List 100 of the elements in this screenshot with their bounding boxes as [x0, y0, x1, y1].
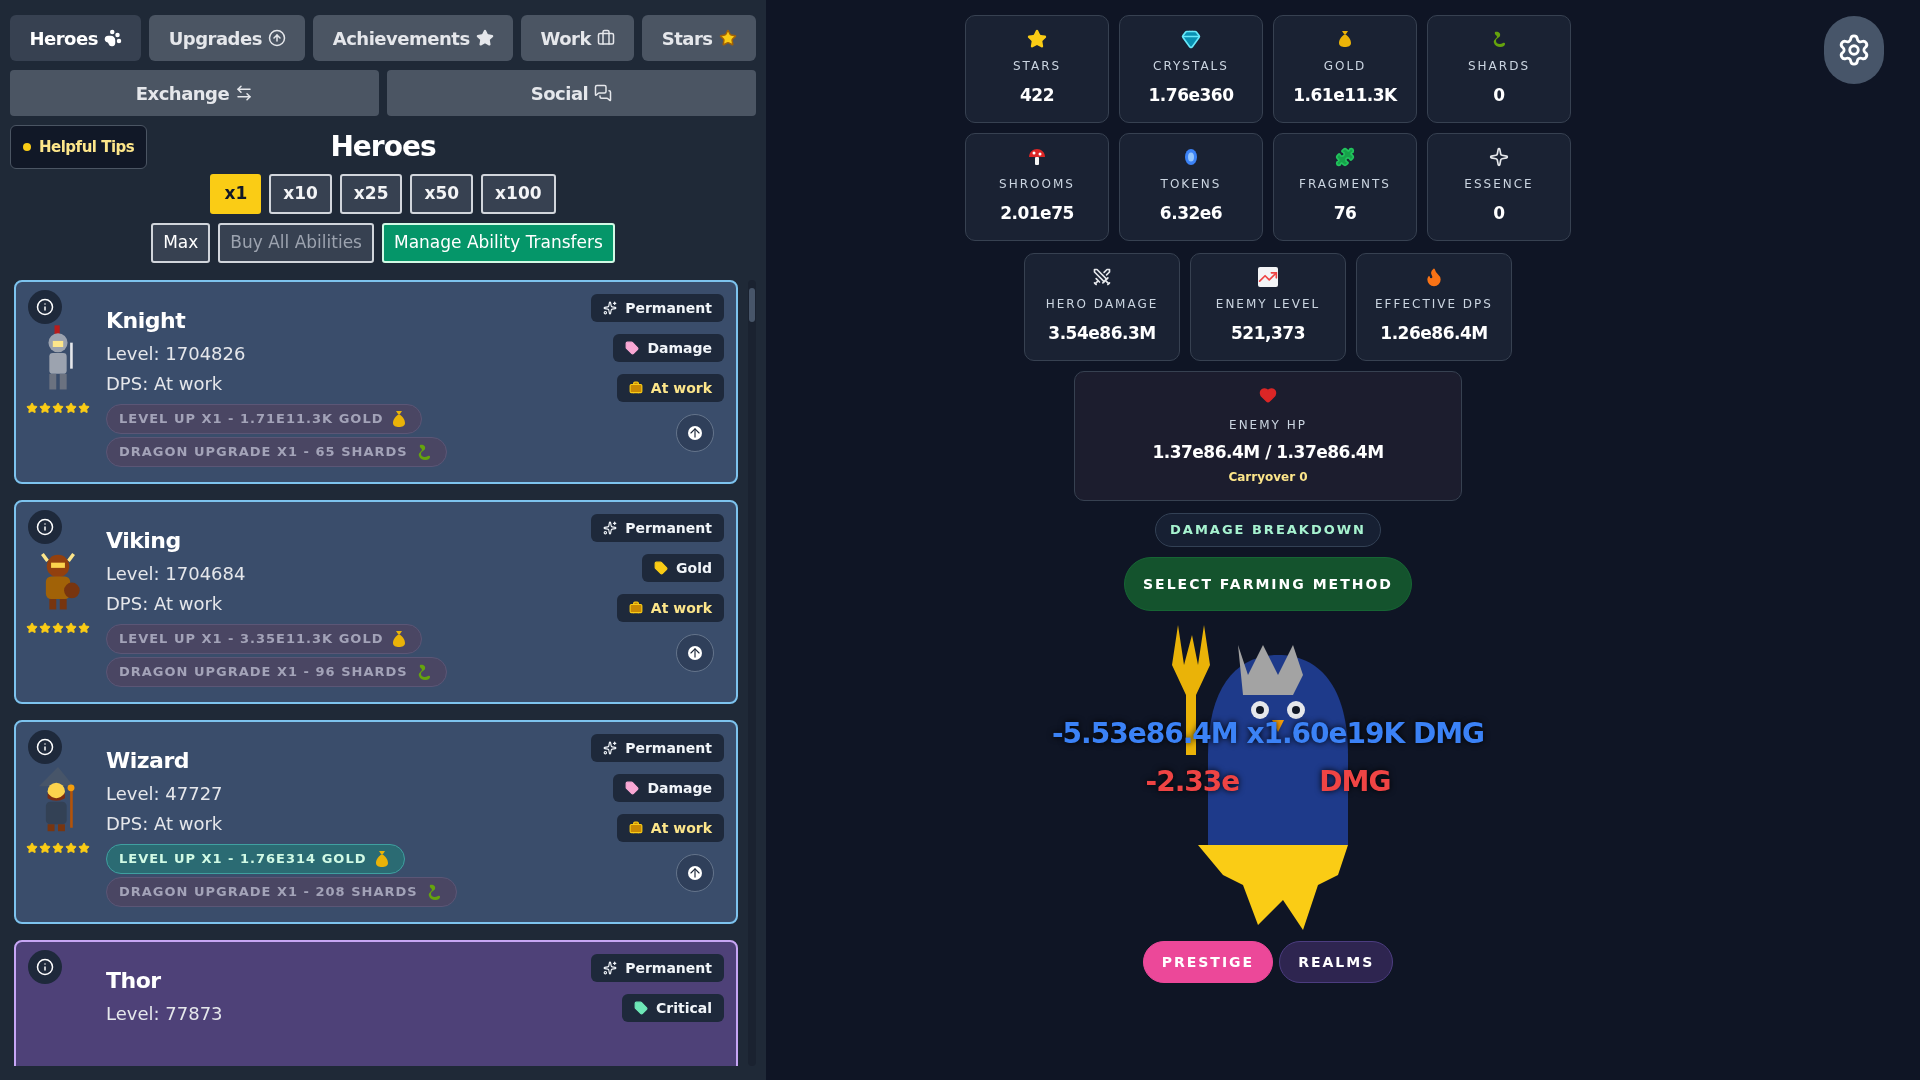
- briefcase-icon: [628, 601, 643, 615]
- stat-value: 76: [1333, 202, 1357, 226]
- helpful-tips-button[interactable]: Helpful Tips: [10, 125, 148, 169]
- stat-label: EFFECTIVE DPS: [1375, 296, 1493, 314]
- stat-value: 0: [1493, 84, 1505, 108]
- nav-tab[interactable]: Work: [521, 15, 635, 61]
- mushroom-icon: [1027, 147, 1047, 168]
- star-icon: [1027, 29, 1047, 50]
- section-title: Heroes: [330, 129, 436, 165]
- star-icon: [475, 29, 494, 47]
- level-up-button[interactable]: LEVEL UP X1 - 1.71E11.3K GOLD: [106, 404, 423, 434]
- arrow-up-circle-icon: [267, 29, 286, 47]
- carryover-text: Carryover 0: [1228, 468, 1308, 486]
- bottom-action-button[interactable]: PRESTIGE: [1142, 941, 1274, 983]
- hero-level: Level: 1704826: [106, 342, 246, 366]
- permanent-badge: Permanent: [591, 294, 724, 322]
- dragon-upgrade-button[interactable]: DRAGON UPGRADE X1 - 96 SHARDS: [106, 657, 447, 687]
- stat-label: HERO DAMAGE: [1045, 296, 1159, 314]
- work-status-badge: At work: [616, 814, 724, 842]
- hero-level: Level: 77873: [106, 1002, 223, 1026]
- floating-damage-text: DMG: [1319, 764, 1391, 800]
- info-icon: [36, 958, 54, 976]
- bottom-action-button[interactable]: REALMS: [1279, 941, 1394, 983]
- stat-label: TOKENS: [1160, 176, 1222, 194]
- upgrade-arrow-button[interactable]: [676, 414, 714, 452]
- work-status-badge: At work: [616, 594, 724, 622]
- info-icon: [36, 738, 54, 756]
- level-up-button[interactable]: LEVEL UP X1 - 1.76E314 GOLD: [106, 844, 406, 874]
- damage-breakdown-button[interactable]: DAMAGE BREAKDOWN: [1155, 513, 1381, 547]
- star-icon: [65, 622, 77, 634]
- info-icon: [36, 518, 54, 536]
- scrollbar-track[interactable]: [748, 280, 756, 1066]
- sparkles-icon: [603, 961, 618, 975]
- stat-label: ENEMY LEVEL: [1215, 296, 1321, 314]
- stat-label: ENEMY HP: [1229, 417, 1307, 435]
- info-button[interactable]: [28, 950, 62, 984]
- hero-name: Viking: [106, 527, 181, 555]
- stat-label: CRYSTALS: [1153, 58, 1229, 76]
- star-icon: [78, 622, 90, 634]
- type-badge: Gold: [642, 554, 724, 582]
- chat-bubbles-icon: [594, 84, 613, 102]
- star-icon: [26, 622, 38, 634]
- paw-icon: [103, 29, 122, 47]
- stat-value: 3.54e86.3M: [1048, 322, 1156, 346]
- hero-dps: DPS: At work: [106, 372, 223, 396]
- nav-tab[interactable]: Stars: [642, 15, 756, 61]
- hero-name: Thor: [106, 967, 161, 995]
- stat-value: 521,373: [1231, 322, 1305, 346]
- action-button[interactable]: Manage Ability Transfers: [382, 223, 615, 263]
- sparkle-icon: [1489, 147, 1509, 168]
- stat-label: ESSENCE: [1464, 176, 1534, 194]
- stat-value: 1.26e86.4M: [1380, 322, 1488, 346]
- hero-name: Knight: [106, 307, 186, 335]
- puzzle-icon: [1335, 147, 1355, 168]
- stat-value: 0: [1493, 202, 1505, 226]
- star-icon: [65, 402, 77, 414]
- info-button[interactable]: [28, 510, 62, 544]
- hero-dps: DPS: At work: [106, 812, 223, 836]
- farming-method-button[interactable]: SELECT FARMING METHOD: [1124, 557, 1412, 611]
- info-button[interactable]: [28, 290, 62, 324]
- hero-level: Level: 47727: [106, 782, 223, 806]
- info-button[interactable]: [28, 730, 62, 764]
- stat-label: SHARDS: [1467, 58, 1530, 76]
- action-button[interactable]: Max: [151, 223, 211, 263]
- multiplier-button[interactable]: x1: [210, 174, 262, 214]
- type-badge: Damage: [613, 774, 724, 802]
- permanent-badge: Permanent: [591, 734, 724, 762]
- multiplier-button[interactable]: x50: [410, 174, 474, 214]
- nav-tab[interactable]: Social: [387, 70, 756, 116]
- briefcase-icon: [628, 381, 643, 395]
- dragon-upgrade-button[interactable]: DRAGON UPGRADE X1 - 208 SHARDS: [106, 877, 457, 907]
- gem-icon: [1181, 29, 1201, 50]
- star-icon: [52, 622, 64, 634]
- nav-tab[interactable]: Achievements: [313, 15, 514, 61]
- star-icon: [718, 29, 737, 47]
- upgrade-arrow-button[interactable]: [676, 634, 714, 672]
- multiplier-button[interactable]: x25: [339, 174, 403, 214]
- nav-tab[interactable]: Exchange: [10, 70, 379, 116]
- nav-tab[interactable]: Heroes: [10, 15, 142, 61]
- enemy-hp-value: 1.37e86.4M / 1.37e86.4M: [1152, 441, 1384, 465]
- star-icon: [52, 402, 64, 414]
- stat-label: GOLD: [1323, 58, 1367, 76]
- hero-level: Level: 1704684: [106, 562, 246, 586]
- nav-tab[interactable]: Upgrades: [149, 15, 306, 61]
- dragon-upgrade-button[interactable]: DRAGON UPGRADE X1 - 65 SHARDS: [106, 437, 447, 467]
- arrow-up-icon: [688, 866, 702, 880]
- stat-label: STARS: [1012, 58, 1062, 76]
- multiplier-button[interactable]: x10: [269, 174, 332, 214]
- settings-button[interactable]: [1824, 16, 1884, 84]
- star-icon: [39, 842, 51, 854]
- sparkles-icon: [603, 741, 618, 755]
- level-up-button[interactable]: LEVEL UP X1 - 3.35E11.3K GOLD: [106, 624, 423, 654]
- star-icon: [78, 842, 90, 854]
- arrow-up-icon: [688, 646, 702, 660]
- upgrade-arrow-button[interactable]: [676, 854, 714, 892]
- rising-chart-icon: [1258, 267, 1278, 288]
- stat-value: 2.01e75: [1000, 202, 1074, 226]
- star-icon: [78, 402, 90, 414]
- settings-icon: [1837, 33, 1871, 67]
- multiplier-button[interactable]: x100: [481, 174, 556, 214]
